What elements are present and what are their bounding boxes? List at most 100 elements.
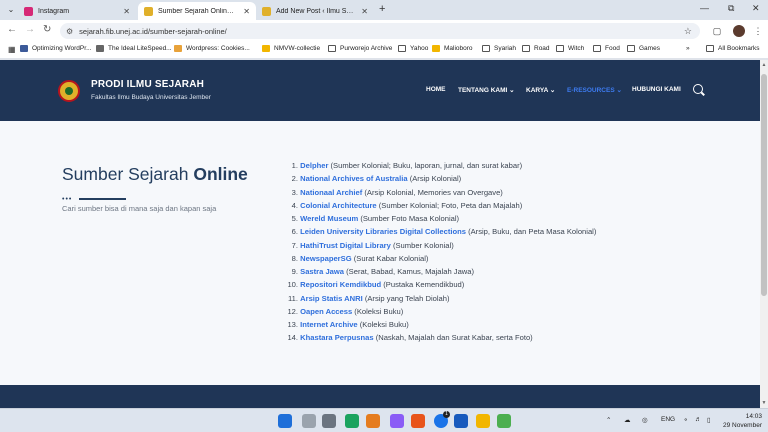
app-icon[interactable] (497, 414, 511, 428)
forward-arrow-icon[interactable]: → (25, 24, 35, 35)
bookmark-label: Yahoo (410, 45, 429, 52)
close-icon[interactable]: ✕ (361, 7, 368, 16)
source-link[interactable]: Delpher (300, 161, 328, 170)
list-number: 13. (287, 320, 298, 329)
source-link[interactable]: Oapen Access (300, 307, 352, 316)
bookmark-item[interactable]: Malioboro (432, 45, 473, 52)
source-link[interactable]: HathiTrust Digital Library (300, 241, 391, 250)
apps-grid-icon[interactable]: ▦ (8, 45, 16, 54)
tab-search-icon[interactable]: ⌄ (4, 3, 18, 17)
edge-icon[interactable] (345, 414, 359, 428)
nav-home[interactable]: HOME (426, 86, 446, 93)
nav-tentang-kami[interactable]: TENTANG KAMI ⌄ (458, 86, 515, 94)
tab-instagram[interactable]: Instagram ✕ (18, 2, 136, 20)
task-view-icon[interactable] (322, 414, 336, 428)
title-divider-line (79, 198, 126, 200)
tray-overflow-icon[interactable]: ⌃ (606, 416, 611, 424)
source-list-item: 7. HathiTrust Digital Library (Sumber Ko… (284, 241, 596, 254)
source-link[interactable]: Sastra Jawa (300, 267, 344, 276)
source-description: (Arsip yang Telah Diolah) (362, 293, 450, 303)
source-description: (Koleksi Buku) (357, 320, 409, 329)
source-description: (Serat, Babad, Kamus, Majalah Jawa) (344, 267, 475, 276)
list-number: 7. (291, 240, 298, 250)
bookmark-item[interactable]: Games (627, 45, 660, 52)
menu-kebab-icon[interactable]: ⋮ (752, 25, 764, 37)
search-icon[interactable] (693, 84, 703, 94)
source-list-item: 10. Repositori Kemdikbud (Pustaka Kemend… (284, 280, 596, 293)
language-indicator[interactable]: ENG (661, 416, 675, 423)
word-icon[interactable] (454, 414, 468, 428)
network-icon[interactable]: ◎ (642, 416, 648, 424)
bookmark-label: NMVW-collectie (274, 45, 321, 52)
battery-icon[interactable]: ▯ (707, 416, 711, 424)
nav-karya[interactable]: KARYA ⌄ (526, 86, 555, 94)
bookmark-item[interactable]: Syariah (482, 45, 516, 52)
source-link[interactable]: Nationaal Archief (300, 188, 362, 197)
source-list-item: 9. Sastra Jawa (Serat, Babad, Kamus, Maj… (284, 267, 596, 280)
bookmark-label: Malioboro (444, 45, 473, 52)
source-link[interactable]: Wereld Museum (300, 214, 358, 223)
source-list-item: 8. NewspaperSG (Surat Kabar Kolonial) (284, 254, 596, 267)
source-link[interactable]: Colonial Architecture (300, 201, 377, 210)
university-logo-icon[interactable] (58, 80, 80, 102)
site-info-icon[interactable]: ⚙ (66, 27, 73, 36)
bookmark-item[interactable]: The Ideal LiteSpeed... (96, 45, 172, 52)
scroll-up-arrow-icon[interactable]: ▲ (760, 62, 768, 68)
search-taskbar-icon[interactable] (302, 414, 316, 428)
file-explorer-icon[interactable] (476, 414, 490, 428)
scrollbar-thumb[interactable] (761, 74, 767, 296)
source-link[interactable]: NewspaperSG (300, 254, 352, 263)
list-number: 2. (291, 174, 298, 184)
tab-add-new-post[interactable]: Add New Post ‹ Ilmu Sejarah FIB ✕ (256, 2, 374, 20)
volume-icon[interactable]: ♬ (695, 416, 702, 423)
address-bar[interactable]: ⚙ sejarah.fib.unej.ac.id/sumber-sejarah-… (60, 23, 700, 39)
tab-sumber-sejarah[interactable]: Sumber Sejarah Online - Ilmu Sejarah ✕ (138, 2, 256, 20)
new-tab-button[interactable]: + (379, 3, 385, 15)
firefox-icon[interactable] (411, 414, 425, 428)
source-link[interactable]: Arsip Statis ANRI (300, 294, 363, 303)
close-window-icon[interactable]: ✕ (752, 3, 760, 14)
close-icon[interactable]: ✕ (123, 7, 130, 16)
bookmark-item[interactable]: Purworejo Archive (328, 45, 392, 52)
source-description: (Pustaka Kemendikbud) (381, 280, 465, 290)
profile-avatar[interactable] (733, 25, 745, 37)
search-app-icon[interactable] (366, 414, 380, 428)
source-list-item: 12. Oapen Access (Koleksi Buku) (284, 307, 596, 320)
tab-title: Sumber Sejarah Online - Ilmu Sejarah (158, 7, 237, 15)
source-link[interactable]: Repositori Kemdikbud (300, 280, 381, 289)
nav-e-resources[interactable]: E-RESOURCES ⌄ (567, 86, 622, 94)
scroll-down-arrow-icon[interactable]: ▼ (760, 400, 768, 406)
source-link[interactable]: Khastara Perpusnas (300, 333, 373, 342)
bookmark-item[interactable]: Witch (556, 45, 584, 52)
site-brand[interactable]: PRODI ILMU SEJARAH (91, 79, 204, 90)
nav-hubungi-kami[interactable]: HUBUNGI KAMI (632, 86, 681, 93)
bookmark-star-icon[interactable]: ☆ (684, 26, 692, 37)
minimize-icon[interactable]: — (700, 3, 709, 13)
list-number: 8. (291, 253, 298, 263)
bookmark-item[interactable]: Road (522, 45, 550, 52)
chrome-icon[interactable]: 1 (434, 411, 450, 428)
reload-icon[interactable]: ↻ (43, 24, 51, 35)
extensions-icon[interactable]: ▢ (711, 25, 723, 37)
bookmark-item[interactable]: NMVW-collectie (262, 45, 320, 52)
restore-icon[interactable]: ⧉ (728, 3, 734, 14)
bookmark-item[interactable]: Food (593, 45, 620, 52)
source-link[interactable]: Leiden University Libraries Digital Coll… (300, 227, 466, 236)
windows-start-icon[interactable] (278, 414, 292, 428)
source-link[interactable]: National Archives of Australia (300, 174, 407, 183)
wifi-icon[interactable]: ⚬ (683, 416, 688, 424)
source-link[interactable]: Internet Archive (300, 320, 358, 329)
more-bookmarks-icon[interactable]: » (686, 45, 690, 52)
page-scrollbar[interactable]: ▲ ▼ (760, 60, 768, 408)
copilot-icon[interactable] (390, 414, 404, 428)
back-arrow-icon[interactable]: ← (7, 24, 17, 35)
source-description: (Arsip, Buku, dan Peta Masa Kolonial) (465, 227, 597, 237)
bookmark-item[interactable]: Yahoo (398, 45, 428, 52)
site-brand-subtitle: Fakultas Ilmu Budaya Universitas Jember (91, 94, 211, 101)
cloud-icon[interactable]: ☁ (624, 416, 631, 424)
bookmark-item[interactable]: Wordpress: Cookies... (174, 45, 250, 52)
bookmark-item[interactable]: Optimizing WordPr... (20, 45, 91, 52)
all-bookmarks-folder[interactable]: All Bookmarks (706, 45, 760, 52)
system-clock[interactable]: 14:03 29 November (718, 412, 762, 430)
close-icon[interactable]: ✕ (243, 7, 250, 16)
